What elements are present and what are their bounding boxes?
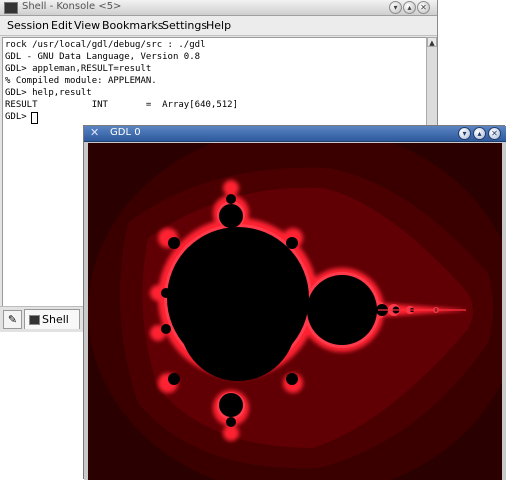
menu-settings[interactable]: Settings	[162, 19, 207, 32]
terminal-icon	[4, 2, 18, 14]
terminal-line: rock /usr/local/gdl/debug/src : ./gdl	[5, 40, 206, 50]
terminal-line: GDL>	[5, 112, 33, 122]
terminal-line: GDL> help,result	[5, 88, 92, 98]
gdl-window: ✕ GDL 0 ▾ ▴ ✕	[84, 126, 506, 480]
menu-bookmarks[interactable]: Bookmarks	[102, 19, 163, 32]
konsole-titlebar[interactable]: Shell - Konsole <5> ▾ ▴ ✕	[0, 0, 437, 16]
minimize-icon[interactable]: ▾	[389, 1, 402, 14]
tab-shell[interactable]: Shell	[24, 309, 80, 329]
gdl-window-title: GDL 0	[110, 127, 141, 138]
text-cursor	[31, 112, 38, 124]
mandelbrot-canvas[interactable]	[88, 143, 502, 480]
menu-session[interactable]: Session	[7, 19, 49, 32]
minimize-icon[interactable]: ▾	[458, 127, 471, 140]
terminal-line: RESULT INT = Array[640,512]	[5, 100, 238, 110]
close-icon[interactable]: ✕	[417, 1, 430, 14]
new-session-icon[interactable]: ✎	[3, 310, 22, 329]
menu-view[interactable]: View	[74, 19, 100, 32]
terminal-line: % Compiled module: APPLEMAN.	[5, 76, 157, 86]
mandelbrot-fractal-image	[88, 143, 502, 480]
close-icon[interactable]: ✕	[488, 127, 501, 140]
scroll-up-icon[interactable]: ▲	[427, 37, 437, 47]
gdl-titlebar[interactable]: ✕ GDL 0 ▾ ▴ ✕	[84, 126, 506, 142]
menu-help[interactable]: Help	[206, 19, 231, 32]
window-title: Shell - Konsole <5>	[22, 1, 122, 12]
x-window-icon: ✕	[90, 126, 100, 139]
menu-edit[interactable]: Edit	[51, 19, 72, 32]
terminal-line: GDL - GNU Data Language, Version 0.8	[5, 52, 201, 62]
maximize-icon[interactable]: ▴	[403, 1, 416, 14]
terminal-line: GDL> appleman,RESULT=result	[5, 64, 152, 74]
menu-bar: Session Edit View Bookmarks Settings Hel…	[0, 16, 437, 36]
maximize-icon[interactable]: ▴	[473, 127, 486, 140]
tab-shell-label: Shell	[42, 313, 69, 326]
terminal-icon	[29, 315, 40, 325]
